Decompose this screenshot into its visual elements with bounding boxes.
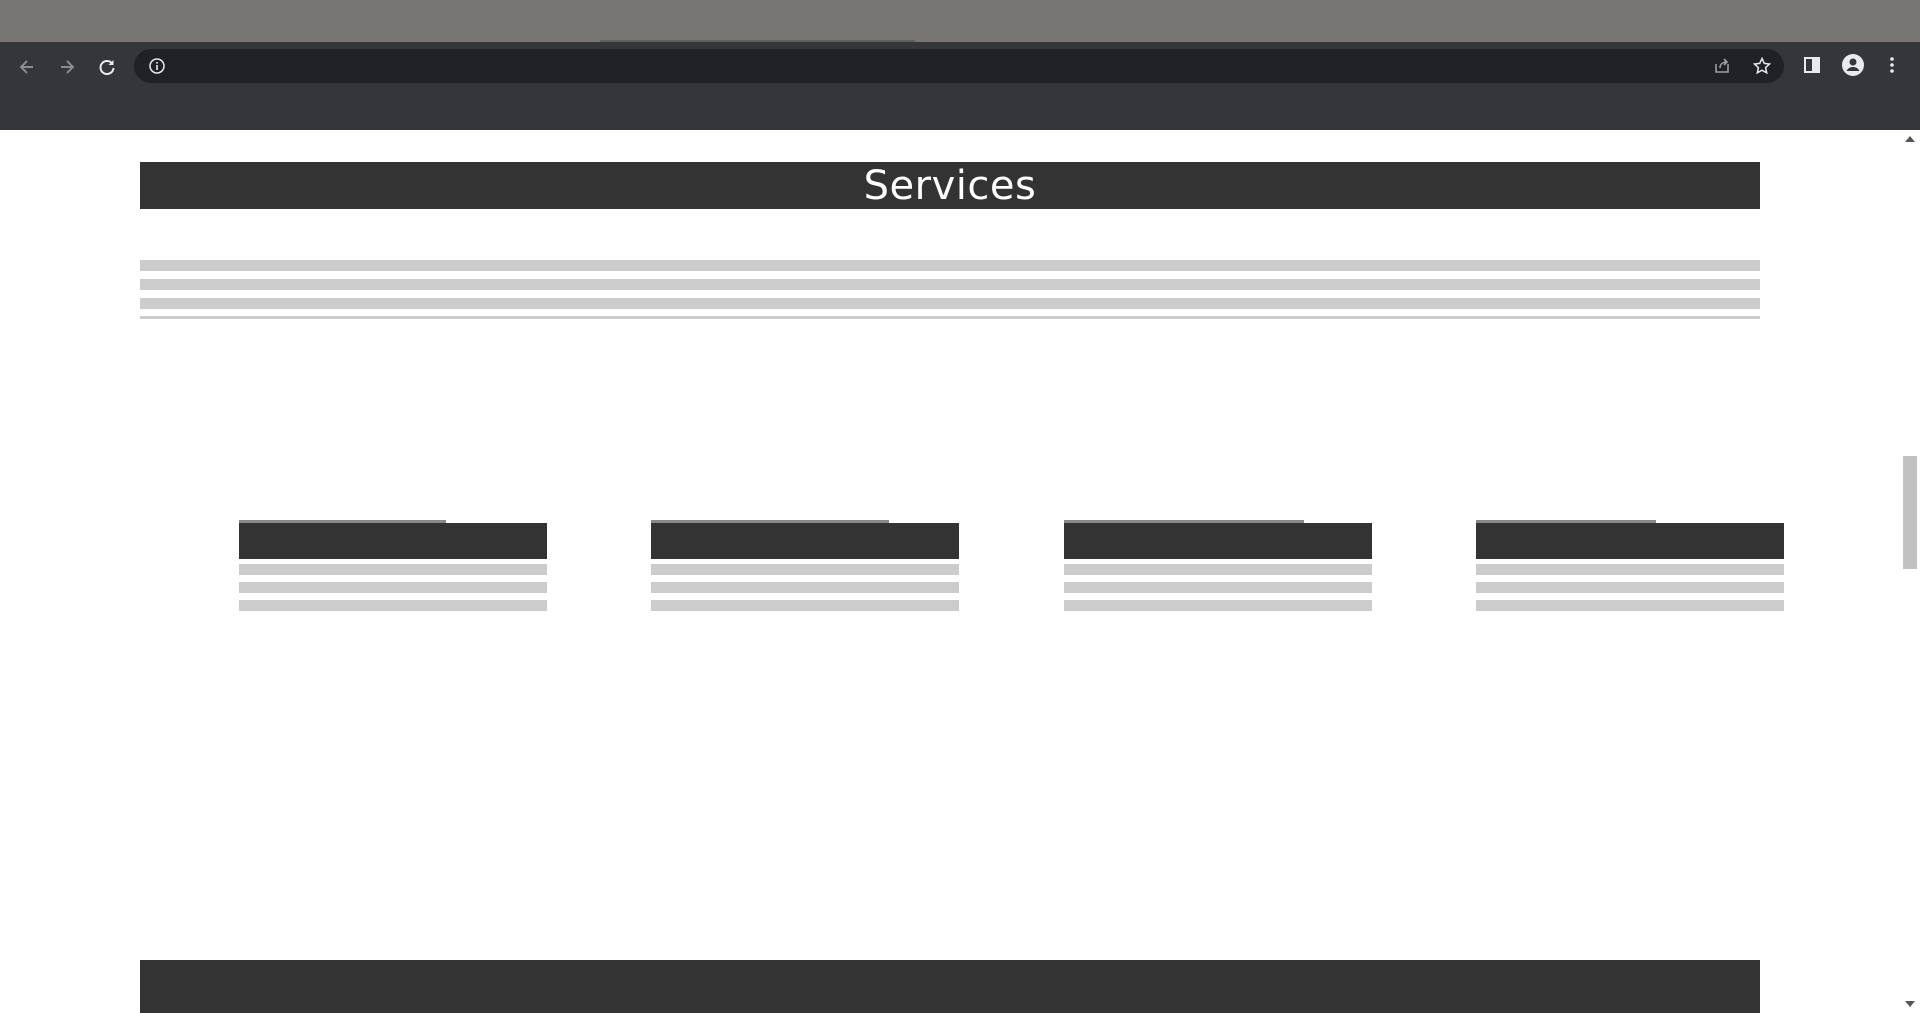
forward-button[interactable] <box>52 52 82 82</box>
profile-icon <box>1842 54 1864 76</box>
service-card <box>651 520 959 611</box>
reload-icon <box>99 60 115 75</box>
scrollbar-thumb[interactable] <box>1903 456 1917 569</box>
side-panel-icon <box>1804 57 1820 73</box>
paragraph-placeholder-line <box>140 316 1760 319</box>
card-text-placeholder <box>1064 564 1372 575</box>
card-text-placeholder <box>239 564 547 575</box>
card-title-placeholder <box>239 523 547 559</box>
card-title-placeholder <box>1476 523 1784 559</box>
card-text-placeholder <box>651 600 959 611</box>
vertical-scrollbar[interactable] <box>1900 130 1920 1013</box>
back-button[interactable] <box>12 52 42 82</box>
card-text-placeholder <box>1476 600 1784 611</box>
kebab-menu-icon <box>1890 57 1894 73</box>
card-text-placeholder <box>651 582 959 593</box>
info-icon[interactable] <box>148 57 166 75</box>
scroll-down-arrow-icon[interactable] <box>1905 1001 1915 1007</box>
card-text-placeholder <box>1476 564 1784 575</box>
profile-button[interactable] <box>1841 53 1865 77</box>
paragraph-placeholder-line <box>140 260 1760 271</box>
arrow-right-icon <box>61 60 75 74</box>
star-icon[interactable] <box>1752 56 1772 76</box>
browser-titlebar <box>0 0 1920 42</box>
service-card <box>239 520 547 611</box>
service-card <box>1476 520 1784 611</box>
section-header: Services <box>140 162 1760 209</box>
service-card <box>1064 520 1372 611</box>
share-icon[interactable] <box>1712 56 1732 76</box>
arrow-left-icon <box>19 60 33 74</box>
card-text-placeholder <box>1476 582 1784 593</box>
card-text-placeholder <box>239 600 547 611</box>
card-title-placeholder <box>1064 523 1372 559</box>
next-section-header <box>140 960 1760 1013</box>
scroll-up-arrow-icon[interactable] <box>1905 136 1915 142</box>
address-bar[interactable] <box>134 49 1784 83</box>
paragraph-placeholder-line <box>140 279 1760 290</box>
card-text-placeholder <box>239 582 547 593</box>
section-title: Services <box>863 162 1037 209</box>
card-text-placeholder <box>1064 582 1372 593</box>
reload-button[interactable] <box>92 52 122 82</box>
card-text-placeholder <box>651 564 959 575</box>
page-viewport: Services <box>0 130 1900 1013</box>
menu-button[interactable] <box>1880 53 1904 77</box>
side-panel-button[interactable] <box>1800 53 1824 77</box>
card-text-placeholder <box>1064 600 1372 611</box>
card-title-placeholder <box>651 523 959 559</box>
paragraph-placeholder-line <box>140 298 1760 309</box>
